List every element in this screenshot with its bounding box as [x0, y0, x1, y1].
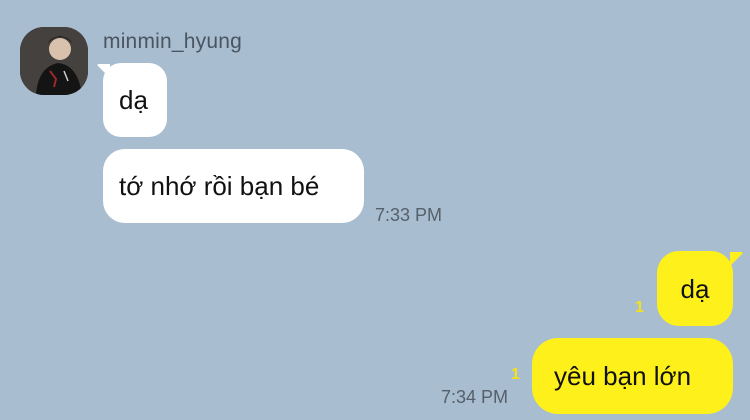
chat-thread: minmin_hyung dạ tớ nhớ rồi bạn bé 7:33 P…	[0, 0, 750, 420]
message-text: dạ	[119, 85, 148, 115]
message-timestamp: 7:34 PM	[441, 387, 509, 407]
message-bubble-incoming[interactable]: dạ	[103, 63, 167, 137]
message-timestamp: 7:33 PM	[375, 205, 443, 225]
message-text: dạ	[680, 273, 710, 304]
message-text: yêu bạn lớn	[554, 361, 692, 391]
unread-count: 1	[511, 366, 520, 383]
unread-count: 1	[635, 299, 644, 316]
message-text: tớ nhớ rồi bạn bé	[119, 171, 320, 201]
message-bubble-outgoing[interactable]: yêu bạn lớn	[532, 338, 733, 414]
bubble-tail	[730, 252, 743, 266]
sender-name: minmin_hyung	[103, 30, 242, 53]
profile-photo-icon	[20, 27, 88, 95]
message-bubble-outgoing[interactable]: dạ	[657, 251, 733, 326]
sender-avatar[interactable]	[20, 27, 88, 95]
message-bubble-incoming[interactable]: tớ nhớ rồi bạn bé	[103, 149, 364, 223]
